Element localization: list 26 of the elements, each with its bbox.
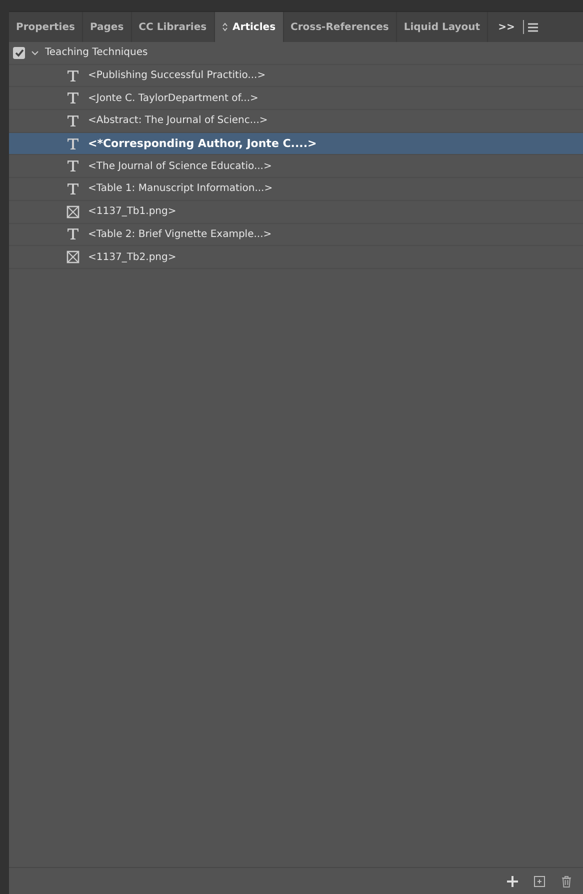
add-frame-icon[interactable] xyxy=(533,874,546,888)
article-item[interactable]: <*Corresponding Author, Jonte C....> xyxy=(9,132,583,156)
article-name[interactable]: Teaching Techniques xyxy=(45,47,148,58)
text-frame-icon xyxy=(66,68,80,83)
checkbox[interactable] xyxy=(13,46,25,59)
text-frame-icon xyxy=(66,114,80,128)
article-item[interactable]: <Table 1: Manuscript Information...> xyxy=(9,178,583,201)
article-item[interactable]: <Publishing Successful Practitio...> xyxy=(9,64,583,88)
article-item[interactable]: <Jonte C. TaylorDepartment of...> xyxy=(9,87,583,110)
text-frame-icon xyxy=(66,227,80,242)
article-item[interactable]: <1137_Tb1.png> xyxy=(9,200,583,224)
text-frame-icon xyxy=(66,182,80,196)
chevron-icon[interactable] xyxy=(31,50,39,56)
text-frame-icon xyxy=(66,159,80,174)
article-item[interactable]: <Table 2: Brief Vignette Example...> xyxy=(9,224,583,246)
text-frame-icon xyxy=(66,136,80,151)
menu-icon[interactable] xyxy=(528,22,538,32)
panel-tab[interactable]: Articles xyxy=(214,12,284,42)
add-icon[interactable] xyxy=(506,874,519,888)
graphic-frame-icon xyxy=(66,250,80,264)
article-item[interactable]: <The Journal of Science Educatio...> xyxy=(9,155,583,178)
graphic-frame-icon xyxy=(66,204,80,219)
article-item[interactable]: <1137_Tb2.png> xyxy=(9,246,583,269)
text-frame-icon xyxy=(66,91,80,106)
trash-icon[interactable] xyxy=(560,874,573,888)
sort-icon xyxy=(222,22,228,32)
